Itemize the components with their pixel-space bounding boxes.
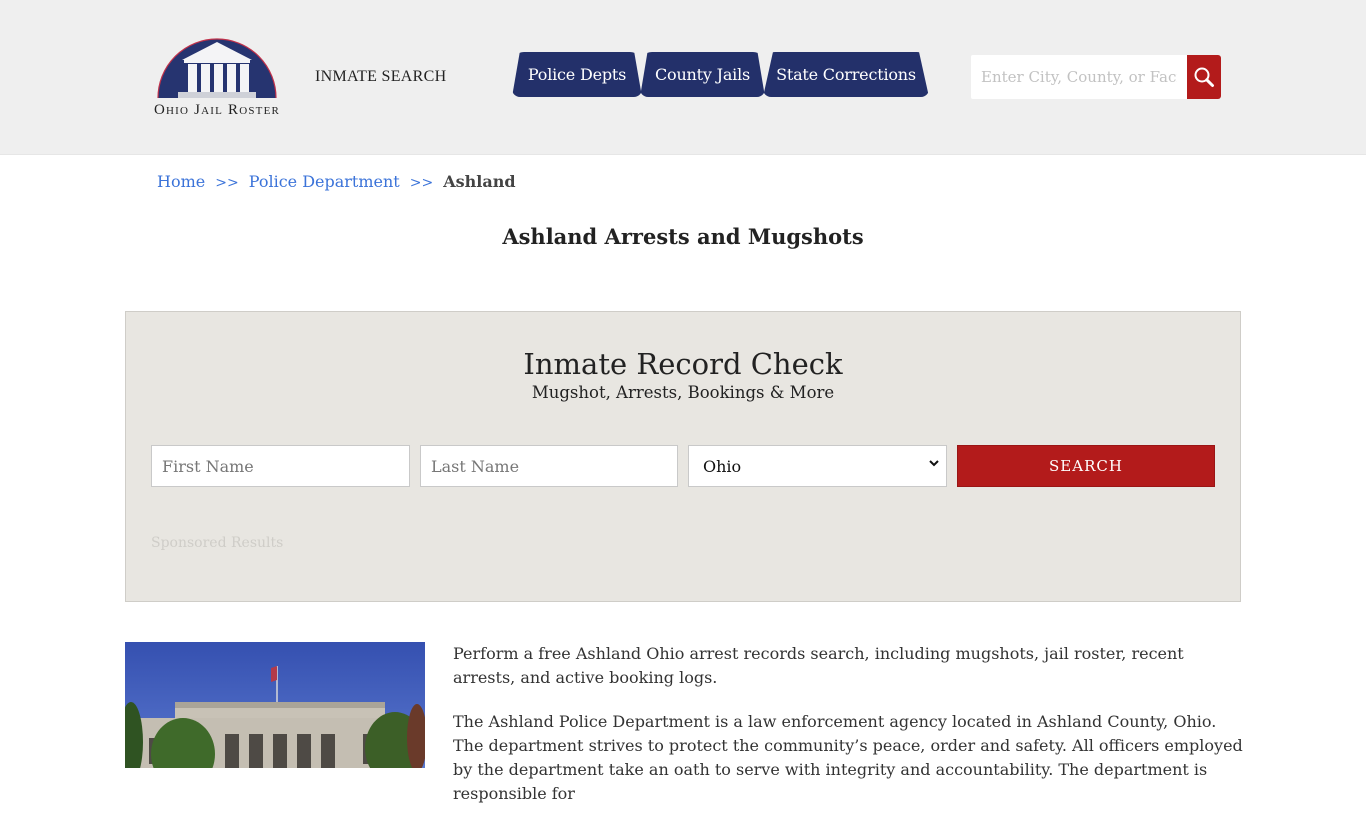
last-name-input[interactable]: [420, 445, 678, 487]
courthouse-dome-icon: [157, 38, 277, 99]
page-content: Perform a free Ashland Ohio arrest recor…: [453, 642, 1243, 826]
inmate-record-check-panel: Inmate Record Check Mugshot, Arrests, Bo…: [125, 311, 1241, 602]
logo-text: Ohio Jail Roster: [153, 102, 281, 118]
breadcrumb: Home >> Police Department >> Ashland: [157, 172, 516, 191]
breadcrumb-home[interactable]: Home: [157, 172, 205, 191]
search-button[interactable]: SEARCH: [957, 445, 1215, 487]
nav-tab-label: State Corrections: [776, 65, 916, 84]
breadcrumb-separator: >>: [215, 175, 239, 191]
intro-paragraph: Perform a free Ashland Ohio arrest recor…: [453, 644, 1184, 687]
nav-tab-county-jails[interactable]: County Jails: [640, 52, 765, 97]
nav-tab-label: County Jails: [654, 65, 751, 84]
nav-tab-state-corrections[interactable]: State Corrections: [763, 52, 929, 97]
description-paragraph: The Ashland Police Department is a law e…: [453, 712, 1243, 803]
main-nav: Police Depts County Jails State Correcti…: [512, 52, 929, 97]
site-logo[interactable]: Ohio Jail Roster: [146, 34, 288, 122]
breadcrumb-current: Ashland: [443, 172, 516, 191]
panel-subtitle: Mugshot, Arrests, Bookings & More: [531, 383, 835, 402]
courthouse-photo: [125, 642, 425, 768]
state-select[interactable]: Ohio: [688, 445, 947, 487]
inmate-search-link[interactable]: INMATE SEARCH: [315, 68, 446, 86]
nav-tab-police-depts[interactable]: Police Depts: [512, 52, 642, 97]
site-header: Ohio Jail Roster INMATE SEARCH Police De…: [0, 0, 1366, 155]
sponsored-results-label: Sponsored Results: [151, 535, 284, 551]
nav-tab-label: Police Depts: [527, 65, 627, 84]
breadcrumb-police-department[interactable]: Police Department: [249, 172, 400, 191]
location-search-input[interactable]: [971, 55, 1187, 99]
location-search: [971, 55, 1221, 99]
breadcrumb-separator: >>: [409, 175, 434, 191]
panel-title: Inmate Record Check: [523, 347, 843, 381]
location-search-button[interactable]: [1187, 55, 1221, 99]
search-icon: [1194, 67, 1214, 87]
courthouse-image: [125, 642, 425, 768]
page-title: Ashland Arrests and Mugshots: [502, 224, 864, 249]
first-name-input[interactable]: [151, 445, 410, 487]
